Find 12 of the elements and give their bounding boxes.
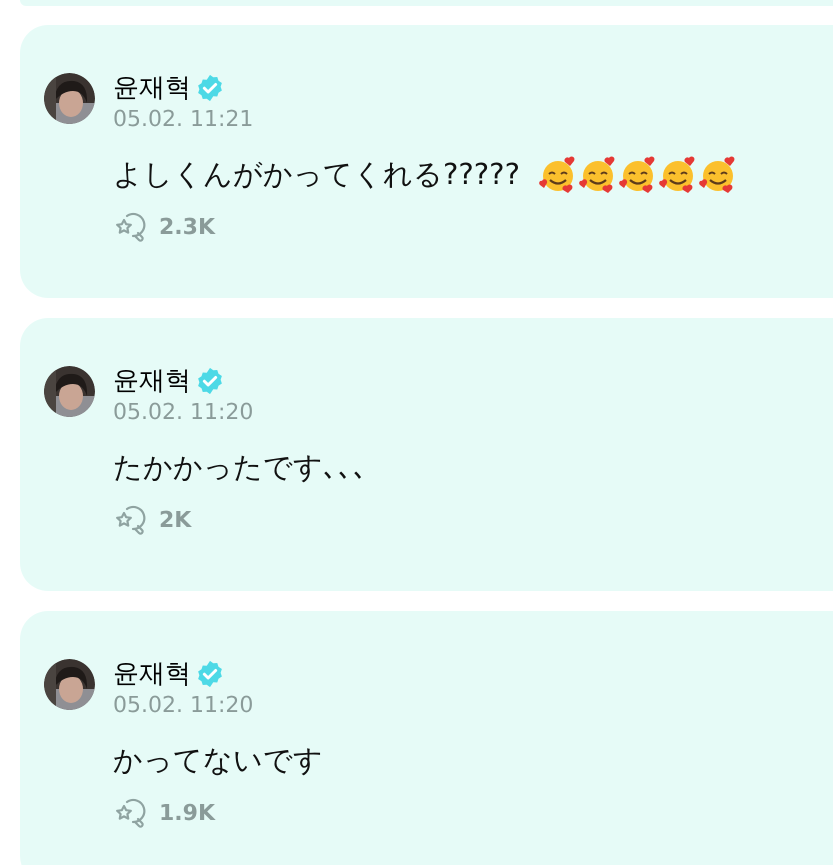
reaction-count: 1.9K — [159, 800, 216, 828]
post-text: よしくんがかってくれる????? — [113, 156, 520, 194]
author-name: 윤재혁 — [113, 368, 191, 394]
post-time: 05.02. 11:20 — [113, 695, 254, 717]
post-time: 05.02. 11:21 — [113, 109, 254, 131]
author-name: 윤재혁 — [113, 75, 191, 101]
author-name: 윤재혁 — [113, 661, 191, 687]
post-text: たかかったです､､､ — [113, 449, 368, 486]
reaction-count: 2K — [159, 507, 192, 535]
post-time: 05.02. 11:20 — [113, 402, 254, 424]
post-text: かってないです — [113, 742, 323, 780]
reaction-count: 2.3K — [159, 214, 216, 242]
